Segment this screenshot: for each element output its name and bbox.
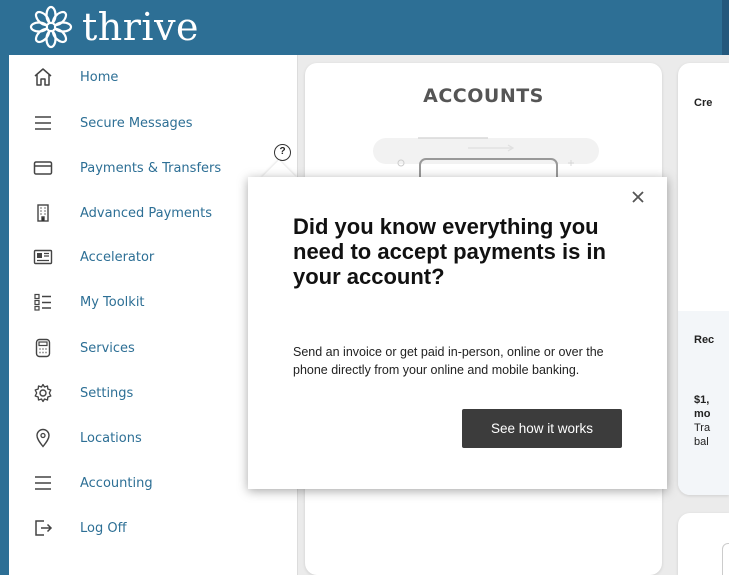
sidebar-item-label: Log Off: [80, 520, 127, 536]
snowflake-flower-logo-icon: [29, 5, 73, 49]
recent-heading-truncated: Rec: [694, 334, 715, 346]
header-edge: [722, 0, 729, 55]
card-heading-truncated: Cre: [694, 97, 713, 109]
calculator-icon: [31, 336, 55, 360]
close-icon[interactable]: [628, 187, 648, 207]
sidebar-item-label: Services: [80, 340, 135, 356]
popover-body: Send an invoice or get paid in-person, o…: [293, 345, 604, 377]
left-blue-strip: [0, 55, 9, 575]
feature-tip-popover: Did you know everything you need to acce…: [248, 177, 667, 489]
sidebar-item-label: Home: [80, 69, 119, 85]
help-question-icon[interactable]: ?: [274, 144, 291, 161]
desc-line1-truncated: Tra: [694, 422, 711, 434]
sidebar-item-label: Accelerator: [80, 249, 155, 265]
sidebar-item-label: Settings: [80, 385, 134, 401]
location-pin-icon: [31, 426, 55, 450]
sidebar-item-label: Accounting: [80, 475, 153, 491]
card-lower-section: Rec $1, mo Tra bal: [678, 311, 729, 495]
sidebar-item-label: Secure Messages: [80, 115, 193, 131]
sidebar-item-label: Advanced Payments: [80, 205, 213, 221]
log-off-icon: [31, 516, 55, 540]
checklist-icon: [31, 290, 55, 314]
accounts-illustration: [373, 137, 599, 183]
popover-pointer: [261, 160, 297, 178]
desc-line2-truncated: bal: [694, 436, 709, 448]
credit-card-summary-card: Cre Rec $1, mo Tra bal: [678, 63, 729, 495]
credit-card-icon: [31, 156, 55, 180]
menu-lines-icon: [31, 471, 55, 495]
top-header-bar: thrive: [0, 0, 729, 55]
gear-icon: [31, 381, 55, 405]
sidebar-item-log-off[interactable]: Log Off: [9, 510, 298, 546]
sidebar-item-home[interactable]: Home: [9, 59, 298, 95]
menu-lines-icon: [31, 111, 55, 135]
lower-right-card-inner: [722, 543, 729, 575]
lower-right-card: [678, 513, 729, 575]
brand-logo-link[interactable]: thrive: [28, 4, 199, 50]
sidebar-item-secure-messages[interactable]: Secure Messages: [9, 105, 298, 141]
popover-title: Did you know everything you need to acce…: [293, 214, 606, 289]
home-icon: [31, 65, 55, 89]
amount-truncated: $1,: [694, 394, 710, 406]
newspaper-icon: [31, 245, 55, 269]
accounts-card-title: ACCOUNTS: [423, 85, 544, 107]
sidebar-item-label: Payments & Transfers: [80, 160, 222, 176]
amount-line2-truncated: mo: [694, 408, 711, 420]
see-how-it-works-button[interactable]: See how it works: [462, 409, 622, 448]
brand-name: thrive: [82, 5, 200, 49]
sidebar-item-label: Locations: [80, 430, 142, 446]
sidebar-item-label: My Toolkit: [80, 294, 145, 310]
building-icon: [31, 201, 55, 225]
